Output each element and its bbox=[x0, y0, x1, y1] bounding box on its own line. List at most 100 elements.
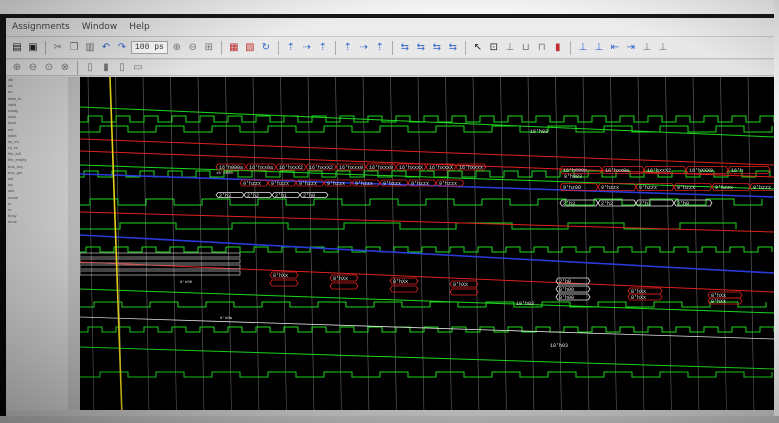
grid-line bbox=[610, 77, 617, 416]
bus-value-label: 2'h3 bbox=[563, 201, 575, 207]
photo-bottom-edge bbox=[0, 416, 779, 423]
arrow-right-icon[interactable]: ⇢ bbox=[357, 41, 371, 55]
zoom-out-icon[interactable]: ⊖ bbox=[186, 41, 200, 55]
arrow-right-icon[interactable]: ⇢ bbox=[300, 41, 314, 55]
bus-value-label: 16'hxxX2 bbox=[279, 165, 303, 171]
arrow-up-icon[interactable]: ⇡ bbox=[284, 41, 298, 55]
toolbar-divider bbox=[77, 60, 78, 75]
redo-icon[interactable]: ↷ bbox=[115, 41, 129, 55]
secondary-toolbar: ⊕ ⊖ ⊙ ⊗ ▯ ▮ ▯ ▭ bbox=[6, 60, 774, 76]
bus-value-label: 2'h1 bbox=[639, 201, 651, 207]
next-edge-icon[interactable]: ⊥ bbox=[592, 41, 606, 55]
add-marker-icon[interactable]: ⊥ bbox=[503, 41, 517, 55]
bus-segment bbox=[80, 252, 241, 258]
bus-value-label: 9'hzzx bbox=[439, 181, 457, 187]
bus-value-label: 16'hxxx0 bbox=[339, 165, 363, 171]
bus-value-label: 16'hxxxX bbox=[399, 165, 423, 171]
snap-icon[interactable]: ⊔ bbox=[519, 41, 533, 55]
toolbar-divider bbox=[334, 40, 336, 55]
bus-value-label: 8'h00 bbox=[559, 287, 574, 293]
arrow-up-icon[interactable]: ⇡ bbox=[316, 41, 330, 55]
bus-value-label: 16'h03 bbox=[530, 129, 548, 135]
zoom-fit-icon[interactable]: ⊞ bbox=[202, 41, 216, 55]
cursor-icon[interactable]: ↖ bbox=[471, 41, 485, 55]
wave-add-icon[interactable]: ⇆ bbox=[398, 41, 412, 55]
prev-edge-icon[interactable]: ⊥ bbox=[576, 41, 590, 55]
bus-value-label: 2'h0 bbox=[559, 279, 571, 285]
signal-trace bbox=[80, 346, 774, 370]
wave-tool-icon[interactable]: ▯ bbox=[115, 61, 129, 75]
bus-value-label: 16'hXXX0 bbox=[689, 168, 713, 174]
signal-trace bbox=[80, 288, 774, 314]
signal-trace bbox=[80, 138, 774, 166]
wave-tool-icon[interactable]: ⊖ bbox=[26, 61, 40, 75]
bus-value-label: 9'hzzx bbox=[299, 181, 317, 187]
waveform-viewer-window: Assignments Window Help ▤ ▣ ✂ ❐ ▥ ↶ ↷ 10… bbox=[6, 18, 774, 416]
bus-value-label: 9'hzzx bbox=[327, 181, 345, 187]
wave-add-icon[interactable]: ⇆ bbox=[446, 41, 460, 55]
wave-tool-icon[interactable]: ⊙ bbox=[42, 61, 56, 75]
bus-value-label: 2'h2 bbox=[601, 201, 613, 207]
bus-value-label: 16'h bbox=[731, 168, 743, 174]
cut-icon[interactable]: ✂ bbox=[51, 41, 65, 55]
waveform-canvas: 16'h03 16'h000a 16'hxx0a 16'hxxX2 16'hxxX2 16… bbox=[80, 77, 774, 416]
toolbar-divider bbox=[464, 40, 466, 55]
waveform-pane[interactable]: 16'h03 16'h000a 16'hxx0a 16'hxxX2 16'hxxX2 16… bbox=[80, 77, 774, 416]
toolbar-divider bbox=[220, 40, 222, 55]
menu-assignments[interactable]: Assignments bbox=[6, 22, 76, 32]
undo-icon[interactable]: ↶ bbox=[99, 41, 113, 55]
goto-start-icon[interactable]: ⇤ bbox=[608, 41, 622, 55]
bus-segment bbox=[329, 282, 359, 290]
bus-value-label: 9'hzzx bbox=[601, 185, 619, 191]
photo-frame: Assignments Window Help ▤ ▣ ✂ ❐ ▥ ↶ ↷ 10… bbox=[0, 0, 779, 423]
goto-end-icon[interactable]: ⇥ bbox=[624, 41, 638, 55]
wave-add-icon[interactable]: ⇆ bbox=[430, 41, 444, 55]
signal-trace bbox=[80, 234, 774, 274]
wave-tool-icon[interactable]: ⊗ bbox=[58, 61, 72, 75]
restart-icon[interactable]: ↻ bbox=[259, 41, 273, 55]
copy-icon[interactable]: ❐ bbox=[67, 41, 81, 55]
signal-name-pane: clk rst en data_in valid ready addr dout cnt stat… bbox=[6, 77, 69, 416]
bus-value-label: 8'hXx bbox=[333, 276, 348, 282]
toolbar-divider bbox=[391, 40, 393, 55]
bus-value-label: 16'hxxX2 bbox=[647, 168, 671, 174]
step-icon[interactable]: ▧ bbox=[243, 41, 257, 55]
signal-name[interactable]: done bbox=[6, 219, 68, 225]
menu-help[interactable]: Help bbox=[123, 22, 156, 32]
menu-window[interactable]: Window bbox=[76, 22, 124, 32]
arrow-up-icon[interactable]: ⇡ bbox=[373, 41, 387, 55]
save-icon[interactable]: ▣ bbox=[26, 41, 40, 55]
grid-line bbox=[720, 77, 727, 416]
wave-tool-icon[interactable]: ▭ bbox=[131, 61, 145, 75]
break-icon[interactable]: ▮ bbox=[551, 41, 565, 55]
bus-segment bbox=[449, 288, 479, 296]
bus-value-label: 2'h0 bbox=[677, 201, 689, 207]
open-icon[interactable]: ▤ bbox=[10, 41, 24, 55]
bus-value-label: 16'hxxxX bbox=[429, 165, 453, 171]
zoom-region-icon[interactable]: ⊡ bbox=[487, 41, 501, 55]
edge-icon[interactable]: ⊥ bbox=[656, 41, 670, 55]
measure-icon[interactable]: ⊓ bbox=[535, 41, 549, 55]
signal-trace bbox=[80, 246, 773, 253]
bus-value-label: 9'hzzx bbox=[753, 185, 771, 191]
bus-value-label: 8'hXx bbox=[393, 279, 408, 285]
grid-line bbox=[747, 77, 755, 416]
arrow-up-icon[interactable]: ⇡ bbox=[341, 41, 355, 55]
bus-value-label: 8'h0a bbox=[220, 316, 233, 321]
signal-trace bbox=[80, 125, 773, 133]
edge-icon[interactable]: ⊥ bbox=[640, 41, 654, 55]
bus-value-label: 9'hzzx bbox=[355, 181, 373, 187]
wave-tool-icon[interactable]: ⊕ bbox=[10, 61, 24, 75]
run-icon[interactable]: ▦ bbox=[227, 41, 241, 55]
bus-value-label: 9'hzzx bbox=[677, 185, 695, 191]
zoom-in-icon[interactable]: ⊕ bbox=[170, 41, 184, 55]
wave-add-icon[interactable]: ⇆ bbox=[414, 41, 428, 55]
bus-value-label: 8'h00 bbox=[180, 280, 193, 285]
paste-icon[interactable]: ▥ bbox=[83, 41, 97, 55]
bus-value-label: 9'hzzx bbox=[639, 185, 657, 191]
zoom-value-field[interactable]: 100 ps bbox=[131, 41, 168, 54]
wave-tool-icon[interactable]: ▮ bbox=[99, 61, 113, 75]
bus-value-label: 2'h0 bbox=[303, 193, 315, 199]
wave-tool-icon[interactable]: ▯ bbox=[83, 61, 97, 75]
bus-value-label: 8'hXx bbox=[631, 295, 646, 301]
